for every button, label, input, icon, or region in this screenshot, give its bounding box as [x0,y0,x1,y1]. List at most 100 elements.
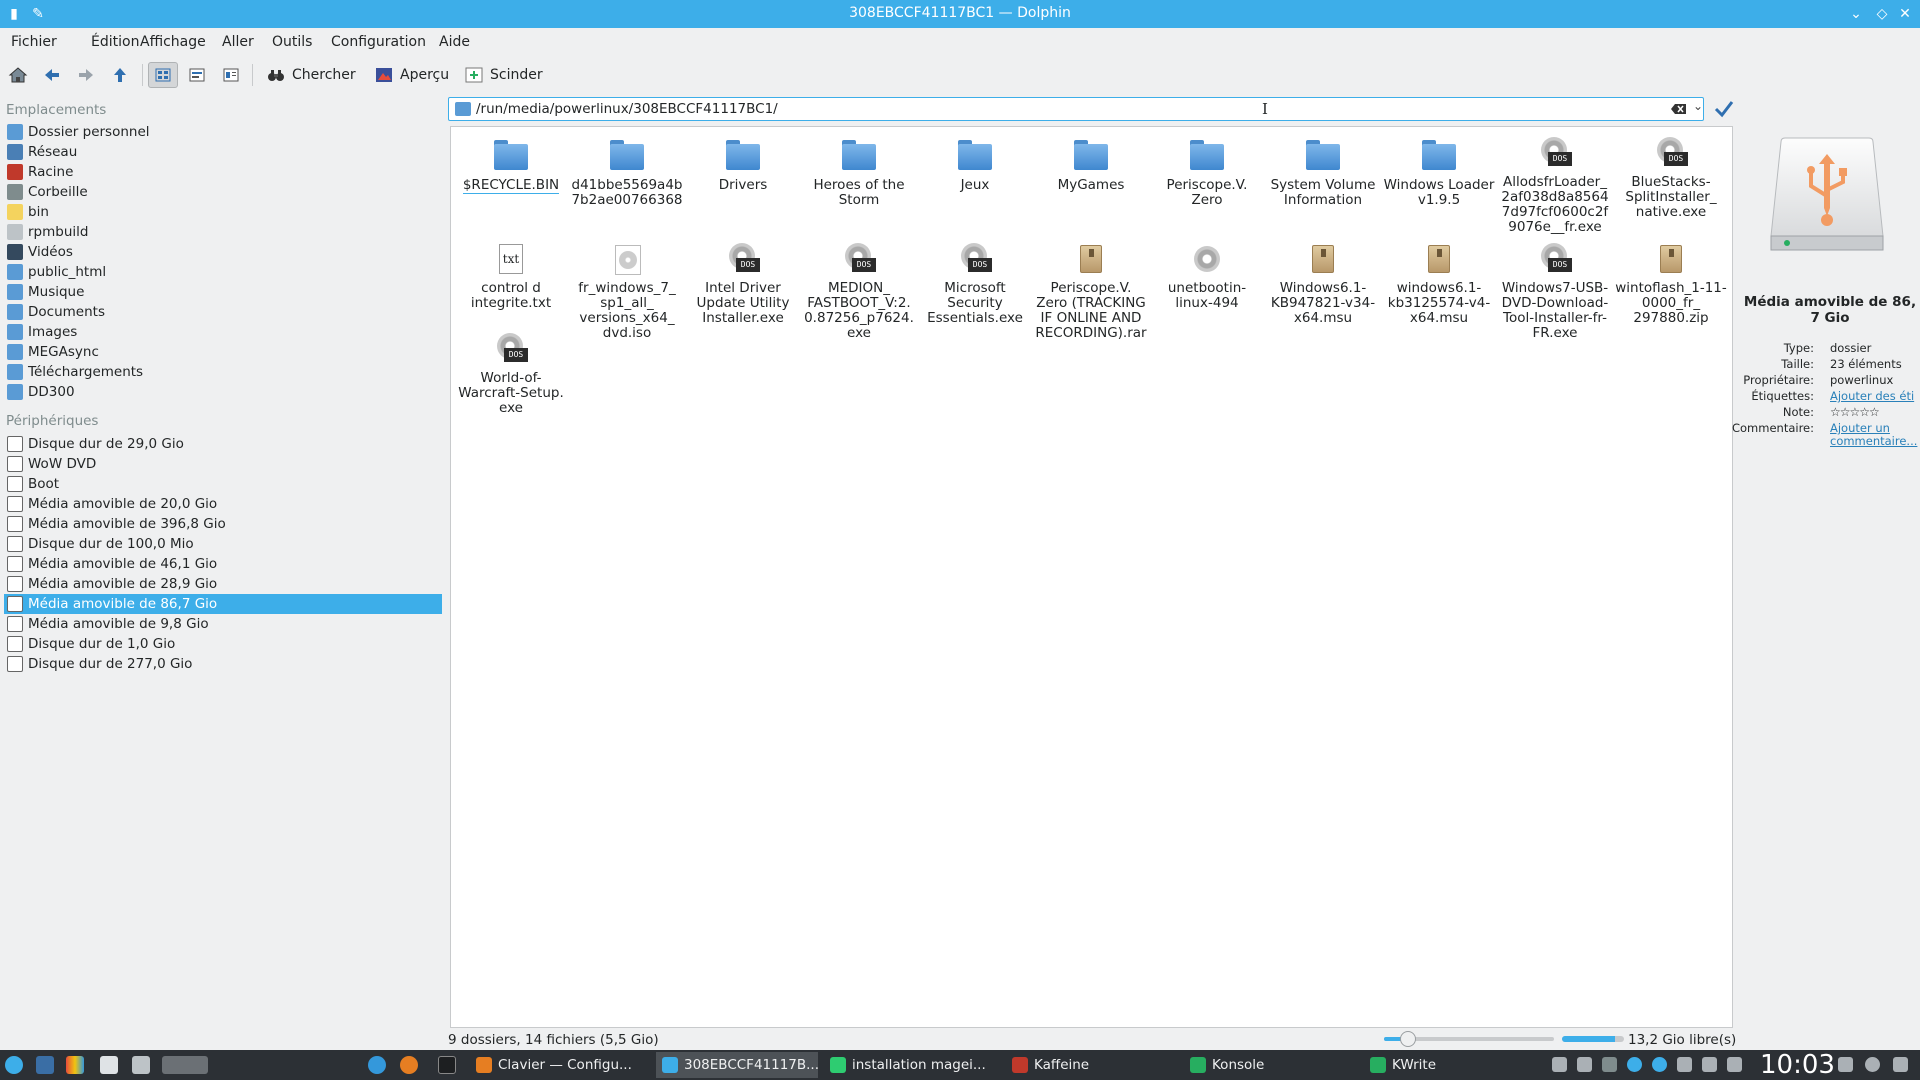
taskbar-task[interactable]: KWrite [1364,1052,1514,1078]
app-launcher-icon[interactable] [5,1056,23,1074]
sidebar-device-item[interactable]: WoW DVD [4,454,442,474]
sidebar-place-item[interactable]: MEGAsync [4,342,442,362]
activities-icon[interactable] [66,1056,84,1074]
minimize-icon[interactable]: ⌄ [1846,4,1866,24]
compact-view-button[interactable] [184,62,210,88]
sidebar-place-item[interactable]: Musique [4,282,442,302]
file-item[interactable]: Periscope.V. Zero [1151,137,1263,208]
sidebar-device-item[interactable]: Média amovible de 46,1 Gio [4,554,442,574]
add-tags-link[interactable]: Ajouter des éti [1830,389,1914,403]
taskbar-task[interactable]: Konsole [1184,1052,1358,1078]
file-view[interactable]: $RECYCLE.BIN d41bbe5569a4b 7b2ae00766368 D… [450,126,1733,1028]
sidebar-place-item[interactable]: Racine [4,162,442,182]
settings-launcher-icon[interactable] [368,1056,386,1074]
search-button[interactable]: Chercher [266,62,356,88]
file-item[interactable]: DOS Intel Driver Update Utility Installer… [687,243,799,326]
file-item[interactable]: Drivers [687,137,799,193]
close-icon[interactable]: ✕ [1895,4,1915,24]
tools-icon[interactable] [132,1056,150,1074]
sidebar-device-item[interactable]: Disque dur de 277,0 Gio [4,654,442,674]
file-item[interactable]: System Volume Information [1267,137,1379,208]
file-item[interactable]: Heroes of the Storm [803,137,915,208]
file-item[interactable]: DOS AllodsfrLoader_ 2af038d8a8564 7d97fcf… [1499,137,1611,235]
location-bar[interactable]: /run/media/powerlinux/308EBCCF41117BC1/ … [448,97,1704,121]
location-path[interactable]: /run/media/powerlinux/308EBCCF41117BC1/ [476,101,778,117]
file-item[interactable]: DOS Microsoft Security Essentials.exe [919,243,1031,326]
up-button[interactable] [110,62,130,88]
details-view-button[interactable] [218,62,244,88]
sidebar-place-item[interactable]: Vidéos [4,242,442,262]
file-item[interactable]: Windows Loader v1.9.5 [1383,137,1495,208]
file-item[interactable]: DOS MEDION_ FASTBOOT_V:2. 0.87256_p7624. … [803,243,915,341]
menu-go[interactable]: Aller [222,34,254,50]
sidebar-device-item[interactable]: Disque dur de 1,0 Gio [4,634,442,654]
menu-settings[interactable]: Configuration [331,34,426,50]
rating-stars[interactable]: ☆☆☆☆☆ [1830,405,1880,419]
power-icon[interactable] [1677,1057,1692,1072]
menu-tools[interactable]: Outils [272,34,312,50]
taskbar-task[interactable]: Clavier — Configu... [470,1052,650,1078]
maximize-icon[interactable]: ◇ [1872,4,1892,24]
sidebar-device-item[interactable]: Disque dur de 100,0 Mio [4,534,442,554]
taskbar-task[interactable]: Kaffeine [1006,1052,1178,1078]
updates-check-icon[interactable] [1652,1057,1667,1072]
bluetooth-icon[interactable] [1602,1057,1617,1072]
sidebar-place-item[interactable]: Corbeille [4,182,442,202]
sidebar-device-item[interactable]: Média amovible de 86,7 Gio [4,594,442,614]
desktop-icon[interactable] [36,1056,54,1074]
zoom-slider-handle[interactable] [1400,1031,1416,1047]
file-item[interactable]: windows6.1- kb3125574-v4- x64.msu [1383,243,1495,326]
sidebar-place-item[interactable]: Dossier personnel [4,122,442,142]
preview-button[interactable]: Aperçu [374,62,449,88]
file-item[interactable]: Periscope.V. Zero (TRACKING IF ONLINE AN… [1035,243,1147,341]
network-icon[interactable] [1627,1057,1642,1072]
display-icon[interactable] [1577,1057,1592,1072]
shutdown-icon[interactable] [1865,1057,1880,1072]
sidebar-place-item[interactable]: Téléchargements [4,362,442,382]
clear-icon[interactable] [1671,103,1687,115]
add-comment-link[interactable]: Ajouter un [1830,421,1890,435]
kwrite-launcher-icon[interactable] [100,1056,118,1074]
clock[interactable]: 10:03 [1760,1050,1835,1080]
battery-icon[interactable] [1702,1057,1717,1072]
firefox-icon[interactable] [400,1056,418,1074]
file-item[interactable]: MyGames [1035,137,1147,193]
file-item[interactable]: txt control d integrite.txt [455,243,567,311]
file-item[interactable]: DOS Windows7-USB- DVD-Download- Tool-Inst… [1499,243,1611,341]
sidebar-device-item[interactable]: Média amovible de 20,0 Gio [4,494,442,514]
add-comment-link-2[interactable]: commentaire... [1830,434,1917,448]
split-button[interactable]: Scinder [464,62,543,88]
file-item[interactable]: unetbootin- linux-494 [1151,243,1263,311]
file-item[interactable]: wintoflash_1-11- 0000_fr_ 297880.zip [1615,243,1727,326]
file-item[interactable]: DOS BlueStacks- SplitInstaller_ native.ex… [1615,137,1727,220]
sidebar-place-item[interactable]: Documents [4,302,442,322]
file-item[interactable]: fr_windows_7_ sp1_all_ versions_x64_ dvd… [571,243,683,341]
taskbar-task[interactable]: 308EBCCF41117B... [656,1052,818,1078]
file-item[interactable]: Windows6.1- KB947821-v34- x64.msu [1267,243,1379,326]
sidebar-place-item[interactable]: public_html [4,262,442,282]
sidebar-device-item[interactable]: Média amovible de 9,8 Gio [4,614,442,634]
sidebar-place-item[interactable]: rpmbuild [4,222,442,242]
sidebar-place-item[interactable]: bin [4,202,442,222]
sidebar-place-item[interactable]: DD300 [4,382,442,402]
menu-help[interactable]: Aide [439,34,470,50]
file-item[interactable]: $RECYCLE.BIN [455,137,567,194]
taskbar-task[interactable]: installation magei... [824,1052,1000,1078]
menu-edit[interactable]: Édition [91,34,139,50]
pager-icon[interactable] [162,1056,208,1074]
menu-file[interactable]: Fichier [11,34,57,50]
file-item[interactable]: d41bbe5569a4b 7b2ae00766368 [571,137,683,208]
file-item[interactable]: Jeux [919,137,1031,193]
home-button[interactable] [8,62,28,88]
forward-button[interactable] [76,62,96,88]
icons-view-button[interactable] [148,62,178,88]
volume-icon[interactable] [1727,1057,1742,1072]
sidebar-device-item[interactable]: Média amovible de 396,8 Gio [4,514,442,534]
sidebar-place-item[interactable]: Images [4,322,442,342]
sidebar-device-item[interactable]: Disque dur de 29,0 Gio [4,434,442,454]
chevron-down-icon[interactable]: ⌄ [1693,99,1703,113]
sidebar-device-item[interactable]: Boot [4,474,442,494]
menu-view[interactable]: Affichage [140,34,206,50]
sidebar-place-item[interactable]: Réseau [4,142,442,162]
back-button[interactable] [42,62,62,88]
